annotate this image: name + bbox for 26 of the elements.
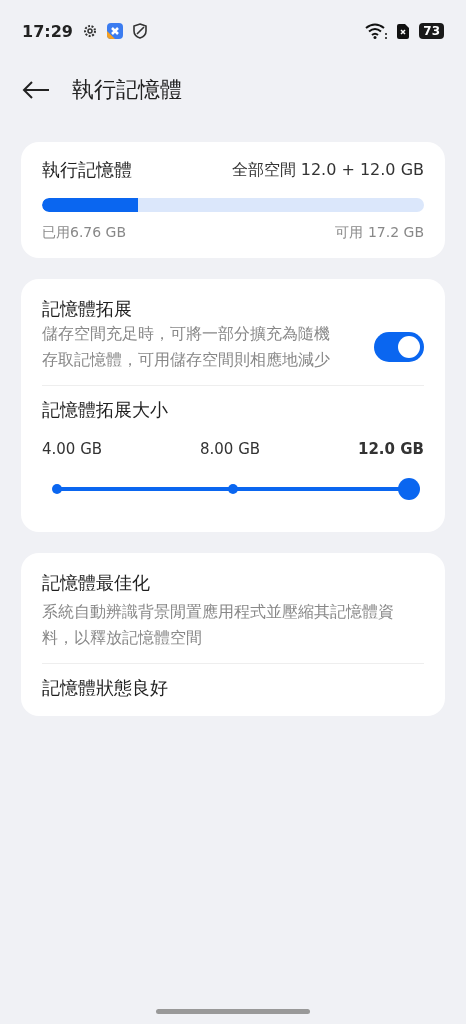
back-arrow-icon[interactable] (22, 80, 50, 100)
shield-icon (132, 23, 147, 39)
slider-stop[interactable] (52, 484, 62, 494)
status-time: 17:29 (22, 21, 73, 41)
sim-icon (397, 23, 410, 39)
app-icon (106, 23, 123, 39)
available-label: 可用 17.2 GB (335, 224, 424, 242)
total-space: 全部空間 12.0 + 12.0 GB (231, 159, 424, 181)
wifi-icon (365, 23, 388, 39)
extension-description: 儲存空間充足時，可將一部分擴充為隨機存取記憶體，可用儲存空間則相應地減少 (42, 323, 331, 371)
battery-level: 73 (419, 23, 444, 39)
page-title: 執行記憶體 (72, 76, 182, 104)
slider-stop[interactable] (228, 484, 238, 494)
memory-title: 執行記憶體 (42, 158, 132, 182)
optimization-title: 記憶體最佳化 (42, 571, 151, 595)
memory-status: 記憶體狀態良好 (42, 676, 169, 700)
gear-icon (82, 24, 97, 38)
extension-size-title: 記憶體拓展大小 (42, 398, 169, 422)
size-option[interactable]: 8.00 GB (200, 440, 261, 458)
size-option[interactable]: 12.0 GB (358, 440, 424, 458)
size-option[interactable]: 4.00 GB (42, 440, 103, 458)
used-label: 已用6.76 GB (42, 224, 127, 242)
extension-title: 記憶體拓展 (42, 297, 133, 321)
slider-thumb[interactable] (398, 478, 420, 500)
optimization-description: 系統自動辨識背景閒置應用程式並壓縮其記憶體資料，以釋放記憶體空間 (42, 601, 395, 649)
extension-toggle[interactable] (374, 332, 424, 362)
